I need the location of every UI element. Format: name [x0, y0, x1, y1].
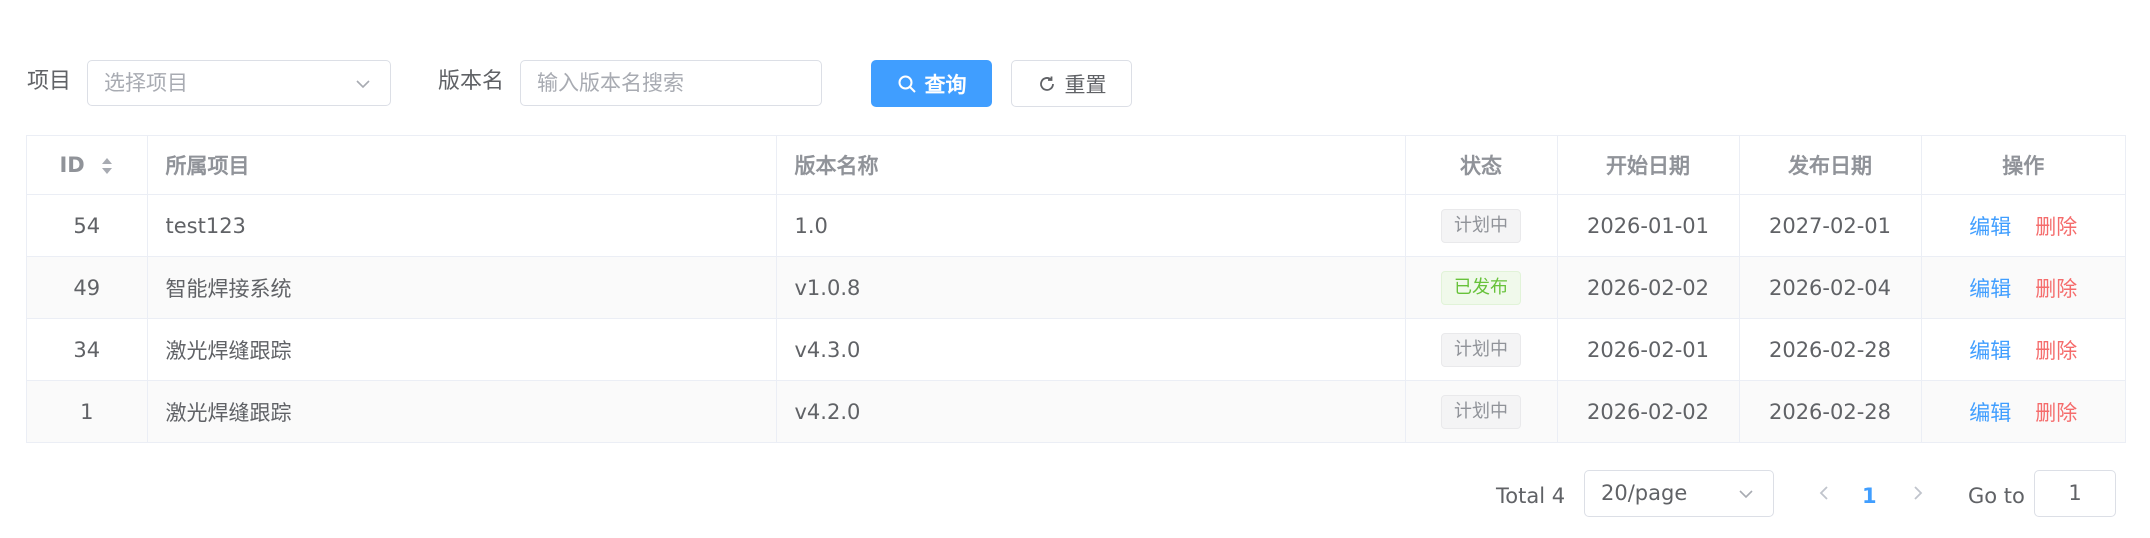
cell-version: v4.3.0 [776, 318, 1406, 381]
cell-status: 计划中 [1405, 380, 1558, 443]
reset-button[interactable]: 重置 [1011, 60, 1132, 107]
version-management-page: 项目 选择项目 版本名 输入版本名搜索 查询 重置 ID 所属项目 版本名称 状… [0, 0, 2150, 538]
column-header-version: 版本名称 [776, 136, 1406, 195]
sort-caret-icon[interactable] [100, 155, 114, 177]
status-badge: 已发布 [1441, 270, 1521, 305]
version-search-placeholder: 输入版本名搜索 [537, 71, 684, 95]
cell-release-date: 2026-02-04 [1739, 256, 1922, 319]
delete-link[interactable]: 删除 [2035, 401, 2077, 425]
project-select-placeholder: 选择项目 [104, 71, 188, 95]
status-badge: 计划中 [1441, 332, 1521, 367]
refresh-icon [1039, 76, 1054, 91]
table-row: 54 test123 1.0 计划中 2026-01-01 2027-02-01… [27, 194, 2125, 257]
cell-version: v4.2.0 [776, 380, 1406, 443]
cell-version: v1.0.8 [776, 256, 1406, 319]
edit-link[interactable]: 编辑 [1969, 215, 2011, 239]
project-filter-label: 项目 [27, 69, 72, 94]
cell-start-date: 2026-02-02 [1557, 256, 1740, 319]
cell-actions: 编辑 删除 [1921, 318, 2125, 381]
cell-release-date: 2026-02-28 [1739, 380, 1922, 443]
reset-button-label: 重置 [1064, 72, 1107, 97]
cell-start-date: 2026-02-01 [1557, 318, 1740, 381]
table-header-row: ID 所属项目 版本名称 状态 开始日期 发布日期 操作 [27, 136, 2125, 195]
table-row: 1 激光焊缝跟踪 v4.2.0 计划中 2026-02-02 2026-02-2… [27, 380, 2125, 443]
search-icon [898, 75, 916, 93]
cell-id: 1 [27, 380, 148, 443]
column-header-actions: 操作 [1921, 136, 2125, 195]
version-table: ID 所属项目 版本名称 状态 开始日期 发布日期 操作 54 test123 … [27, 136, 2125, 443]
cell-id: 34 [27, 318, 148, 381]
cell-id: 54 [27, 194, 148, 257]
search-button[interactable]: 查询 [871, 60, 992, 107]
cell-status: 计划中 [1405, 194, 1558, 257]
column-header-status: 状态 [1405, 136, 1558, 195]
page-number-current[interactable]: 1 [1862, 480, 1877, 512]
cell-start-date: 2026-01-01 [1557, 194, 1740, 257]
column-header-id[interactable]: ID [27, 136, 148, 195]
chevron-down-icon [356, 80, 370, 89]
status-badge: 计划中 [1441, 208, 1521, 243]
cell-release-date: 2026-02-28 [1739, 318, 1922, 381]
pagination-total: Total 4 [1496, 484, 1566, 508]
column-header-project: 所属项目 [147, 136, 777, 195]
chevron-down-icon [1739, 490, 1753, 499]
delete-link[interactable]: 删除 [2035, 339, 2077, 363]
search-button-label: 查询 [924, 72, 967, 97]
status-badge: 计划中 [1441, 394, 1521, 429]
edit-link[interactable]: 编辑 [1969, 401, 2011, 425]
cell-release-date: 2027-02-01 [1739, 194, 1922, 257]
cell-actions: 编辑 删除 [1921, 256, 2125, 319]
cell-project: 激光焊缝跟踪 [147, 318, 777, 381]
column-header-release-date: 发布日期 [1739, 136, 1922, 195]
page-size-value: 20/page [1601, 481, 1688, 505]
cell-actions: 编辑 删除 [1921, 194, 2125, 257]
delete-link[interactable]: 删除 [2035, 277, 2077, 301]
table-row: 49 智能焊接系统 v1.0.8 已发布 2026-02-02 2026-02-… [27, 256, 2125, 319]
cell-status: 已发布 [1405, 256, 1558, 319]
project-select[interactable]: 选择项目 [87, 60, 391, 106]
version-filter-label: 版本名 [438, 69, 505, 94]
cell-start-date: 2026-02-02 [1557, 380, 1740, 443]
cell-version: 1.0 [776, 194, 1406, 257]
goto-label: Go to [1968, 484, 2025, 508]
cell-id: 49 [27, 256, 148, 319]
cell-status: 计划中 [1405, 318, 1558, 381]
edit-link[interactable]: 编辑 [1969, 339, 2011, 363]
cell-project: test123 [147, 194, 777, 257]
cell-actions: 编辑 删除 [1921, 380, 2125, 443]
page-size-select[interactable]: 20/page [1584, 470, 1774, 517]
goto-page-input[interactable]: 1 [2034, 470, 2116, 517]
cell-project: 激光焊缝跟踪 [147, 380, 777, 443]
column-header-start-date: 开始日期 [1557, 136, 1740, 195]
chevron-right-icon[interactable] [1909, 484, 1927, 502]
table-row: 34 激光焊缝跟踪 v4.3.0 计划中 2026-02-01 2026-02-… [27, 318, 2125, 381]
chevron-left-icon[interactable] [1815, 484, 1833, 502]
version-search-input[interactable]: 输入版本名搜索 [520, 60, 822, 106]
delete-link[interactable]: 删除 [2035, 215, 2077, 239]
column-header-id-label: ID [59, 153, 85, 177]
edit-link[interactable]: 编辑 [1969, 277, 2011, 301]
cell-project: 智能焊接系统 [147, 256, 777, 319]
